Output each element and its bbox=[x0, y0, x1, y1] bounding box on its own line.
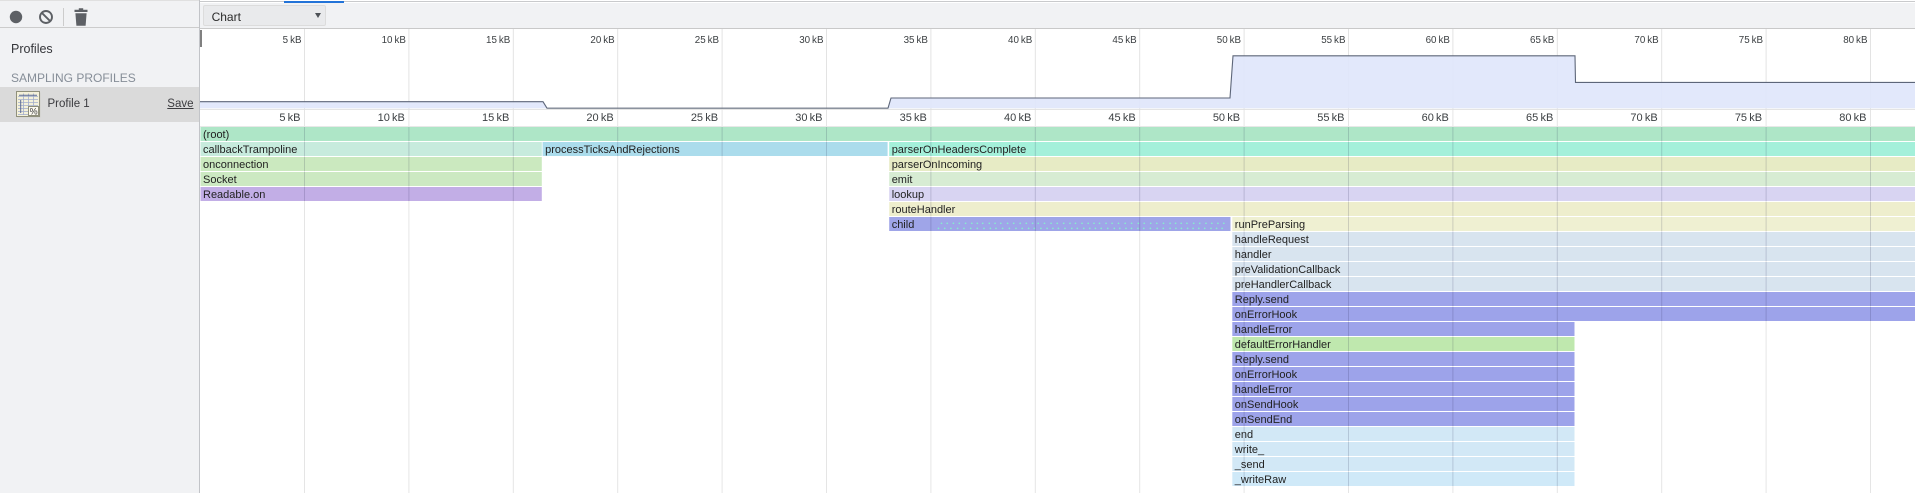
svg-text:write_: write_ bbox=[1234, 444, 1265, 456]
svg-text:end: end bbox=[1235, 429, 1253, 441]
svg-text:_send: _send bbox=[1234, 459, 1265, 471]
svg-text:50 kB: 50 kB bbox=[1217, 35, 1242, 46]
svg-text:35 kB: 35 kB bbox=[904, 35, 929, 46]
svg-text:handleError: handleError bbox=[1235, 324, 1293, 336]
svg-text:15 kB: 15 kB bbox=[486, 35, 511, 46]
svg-text:onSendEnd: onSendEnd bbox=[1235, 414, 1293, 426]
svg-text:parserOnIncoming: parserOnIncoming bbox=[892, 159, 983, 171]
svg-text:routeHandler: routeHandler bbox=[892, 204, 956, 216]
svg-text:Readable.on: Readable.on bbox=[203, 189, 265, 201]
svg-text:15 kB: 15 kB bbox=[482, 112, 509, 124]
svg-text:70 kB: 70 kB bbox=[1630, 112, 1657, 124]
svg-text:80 kB: 80 kB bbox=[1843, 35, 1868, 46]
svg-text:25 kB: 25 kB bbox=[691, 112, 718, 124]
svg-text:75 kB: 75 kB bbox=[1735, 112, 1762, 124]
svg-text:processTicksAndRejections: processTicksAndRejections bbox=[545, 144, 680, 156]
svg-text:callbackTrampoline: callbackTrampoline bbox=[203, 144, 297, 156]
svg-text:80 kB: 80 kB bbox=[1839, 112, 1866, 124]
svg-text:lookup: lookup bbox=[892, 189, 924, 201]
svg-text:45 kB: 45 kB bbox=[1112, 35, 1137, 46]
svg-text:defaultErrorHandler: defaultErrorHandler bbox=[1235, 339, 1331, 351]
svg-text:65 kB: 65 kB bbox=[1530, 35, 1555, 46]
svg-text:70 kB: 70 kB bbox=[1634, 35, 1659, 46]
svg-text:50 kB: 50 kB bbox=[1213, 112, 1240, 124]
svg-text:65 kB: 65 kB bbox=[1526, 112, 1553, 124]
svg-text:5 kB: 5 kB bbox=[283, 35, 302, 46]
svg-text:runPreParsing: runPreParsing bbox=[1235, 219, 1305, 231]
svg-text:onSendHook: onSendHook bbox=[1235, 399, 1299, 411]
svg-text:child: child bbox=[892, 219, 915, 231]
svg-text:60 kB: 60 kB bbox=[1422, 112, 1449, 124]
svg-text:parserOnHeadersComplete: parserOnHeadersComplete bbox=[892, 144, 1027, 156]
svg-text:20 kB: 20 kB bbox=[590, 35, 615, 46]
svg-text:10 kB: 10 kB bbox=[378, 112, 405, 124]
svg-text:onErrorHook: onErrorHook bbox=[1235, 309, 1298, 321]
svg-text:40 kB: 40 kB bbox=[1008, 35, 1033, 46]
svg-text:25 kB: 25 kB bbox=[695, 35, 720, 46]
svg-text:75 kB: 75 kB bbox=[1739, 35, 1764, 46]
svg-text:55 kB: 55 kB bbox=[1321, 35, 1346, 46]
svg-text:preHandlerCallback: preHandlerCallback bbox=[1235, 279, 1332, 291]
svg-text:onErrorHook: onErrorHook bbox=[1235, 369, 1298, 381]
svg-text:35 kB: 35 kB bbox=[900, 112, 927, 124]
svg-text:20 kB: 20 kB bbox=[586, 112, 613, 124]
svg-text:55 kB: 55 kB bbox=[1317, 112, 1344, 124]
svg-text:60 kB: 60 kB bbox=[1426, 35, 1451, 46]
svg-text:Socket: Socket bbox=[203, 174, 237, 186]
svg-text:_writeRaw: _writeRaw bbox=[1234, 474, 1286, 486]
svg-text:preValidationCallback: preValidationCallback bbox=[1235, 264, 1341, 276]
svg-text:Reply.send: Reply.send bbox=[1235, 354, 1289, 366]
svg-text:30 kB: 30 kB bbox=[799, 35, 824, 46]
svg-text:5 kB: 5 kB bbox=[279, 112, 300, 124]
svg-text:handleError: handleError bbox=[1235, 384, 1293, 396]
svg-text:handler: handler bbox=[1235, 249, 1272, 261]
svg-text:45 kB: 45 kB bbox=[1108, 112, 1135, 124]
svg-text:emit: emit bbox=[892, 174, 913, 186]
svg-text:%: % bbox=[30, 106, 38, 116]
svg-text:onconnection: onconnection bbox=[203, 159, 268, 171]
svg-text:40 kB: 40 kB bbox=[1004, 112, 1031, 124]
svg-text:handleRequest: handleRequest bbox=[1235, 234, 1309, 246]
svg-text:(root): (root) bbox=[203, 129, 229, 141]
svg-text:Reply.send: Reply.send bbox=[1235, 294, 1289, 306]
svg-text:30 kB: 30 kB bbox=[795, 112, 822, 124]
svg-text:10 kB: 10 kB bbox=[382, 35, 407, 46]
